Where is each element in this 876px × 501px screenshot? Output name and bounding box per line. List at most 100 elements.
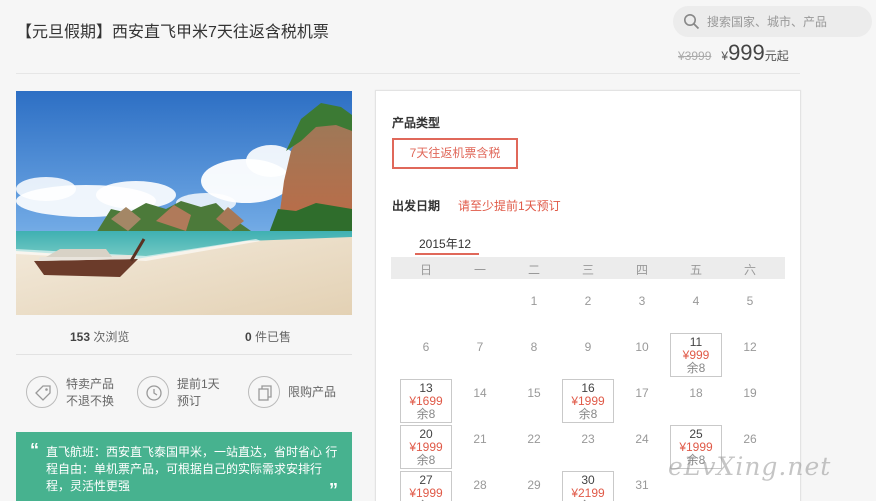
calendar-day-available[interactable]: 13 ¥1699 余8 [400,379,452,423]
calendar-day: 5 [724,287,776,331]
product-option-button[interactable]: 7天往返机票含税 [392,138,518,169]
calendar-day: 31 [616,471,668,501]
calendar-day-available[interactable]: 11 ¥999 余8 [670,333,722,377]
open-quote-icon: “ [30,440,39,460]
day-stock: 余8 [416,407,436,421]
header-divider [16,73,800,74]
calendar-day: 8 [508,333,560,377]
calendar-day: 18 [670,379,722,423]
day-number: 28 [473,478,487,492]
day-number: 30 [581,473,595,487]
calendar-day: 6 [400,333,452,377]
calendar-day: 15 [508,379,560,423]
calendar-day-available[interactable]: 30¥2199余8 [562,471,614,501]
booking-hint: 请至少提前1天预订 [458,199,561,213]
day-number: 9 [584,340,592,354]
calendar-month[interactable]: 2015年12 [419,235,471,252]
day-number: 17 [635,386,649,400]
day-number: 27 [419,473,433,487]
feature-special-sale: 特卖产品 不退不换 [26,372,126,416]
views-stat: 153 次浏览 [70,330,130,344]
price-unit: 元起 [764,49,789,63]
search-icon [684,14,700,30]
day-number: 15 [527,386,541,400]
product-stats: 153 次浏览 0 件已售 [16,328,352,346]
calendar-day: 10 [616,333,668,377]
feature-purchase-limit: 限购产品 [248,372,348,416]
day-number: 23 [581,432,595,446]
calendar-day: 2 [562,287,614,331]
feature-advance-booking: 提前1天 预订 [137,372,237,416]
calendar-day: 3 [616,287,668,331]
day-stock: 余8 [686,361,706,375]
day-number: 5 [746,294,754,308]
beach-image [16,91,352,315]
day-number: 31 [635,478,649,492]
day-number: 8 [530,340,538,354]
clock-icon [146,385,162,401]
search-box[interactable] [673,6,872,37]
day-number: 6 [422,340,430,354]
calendar-day: 7 [454,333,506,377]
calendar-day: 21 [454,425,506,469]
day-number: 12 [743,340,757,354]
search-input[interactable] [707,10,862,33]
calendar-day: 24 [616,425,668,469]
day-number: 7 [476,340,484,354]
calendar-day: 19 [724,379,776,423]
tag-icon [35,385,51,401]
highlight-quote: “ 直飞航班：西安直飞泰国甲米，一站直达，省时省心 行程自由：单机票产品，可根据… [16,432,352,501]
day-number: 14 [473,386,487,400]
weekday-mon: 一 [473,263,486,277]
booking-panel: 产品类型 7天往返机票含税 出发日期 请至少提前1天预订 2015年12 日 一… [375,90,801,501]
day-number: 20 [419,427,433,441]
calendar-day: 22 [508,425,560,469]
calendar-day-available[interactable]: 20 ¥1999 余8 [400,425,452,469]
calendar-day: 28 [454,471,506,501]
day-number: 22 [527,432,541,446]
price-block: ¥3999 ¥999元起 [678,40,789,66]
calendar-day: 4 [670,287,722,331]
day-number: 25 [689,427,703,441]
day-number: 21 [473,432,487,446]
day-stock: 余8 [578,407,598,421]
watermark: eLvXing.net [668,452,832,481]
day-number: 24 [635,432,649,446]
sold-stat: 0 件已售 [245,330,292,344]
weekday-sat: 六 [743,263,756,277]
day-number: 1 [530,294,538,308]
original-price: ¥3999 [678,49,712,63]
calendar-day-available[interactable]: 16 ¥1999 余8 [562,379,614,423]
calendar-day: 1 [508,287,560,331]
departure-date-label: 出发日期 [392,199,441,213]
day-number: 13 [419,381,433,395]
day-number: 2 [584,294,592,308]
weekday-tue: 二 [527,263,540,277]
day-number: 16 [581,381,595,395]
day-number: 11 [689,335,703,349]
weekday-header: 日 一 二 三 四 五 六 [391,257,785,279]
calendar-day: 14 [454,379,506,423]
product-photo[interactable] [16,91,352,315]
calendar-day: 9 [562,333,614,377]
day-stock: 余8 [416,453,436,467]
calendar-day: 29 [508,471,560,501]
weekday-sun: 日 [419,263,432,277]
day-number: 3 [638,294,646,308]
day-number: 19 [743,386,757,400]
quote-text: 直飞航班：西安直飞泰国甲米，一站直达，省时省心 行程自由：单机票产品，可根据自己… [46,445,338,493]
day-number: 18 [689,386,703,400]
weekday-thu: 四 [635,263,648,277]
product-type-label: 产品类型 [392,116,441,130]
close-quote-icon: ” [329,480,338,500]
calendar-day: 12 [724,333,776,377]
page-title: 【元旦假期】西安直飞甲米7天往返含税机票 [16,24,329,41]
weekday-fri: 五 [689,263,702,277]
day-number: 26 [743,432,757,446]
calendar-day: 17 [616,379,668,423]
copy-icon [258,385,272,401]
day-number: 10 [635,340,649,354]
calendar-day-available[interactable]: 27¥1999余8 [400,471,452,501]
stats-divider [16,354,352,355]
calendar-day: 23 [562,425,614,469]
